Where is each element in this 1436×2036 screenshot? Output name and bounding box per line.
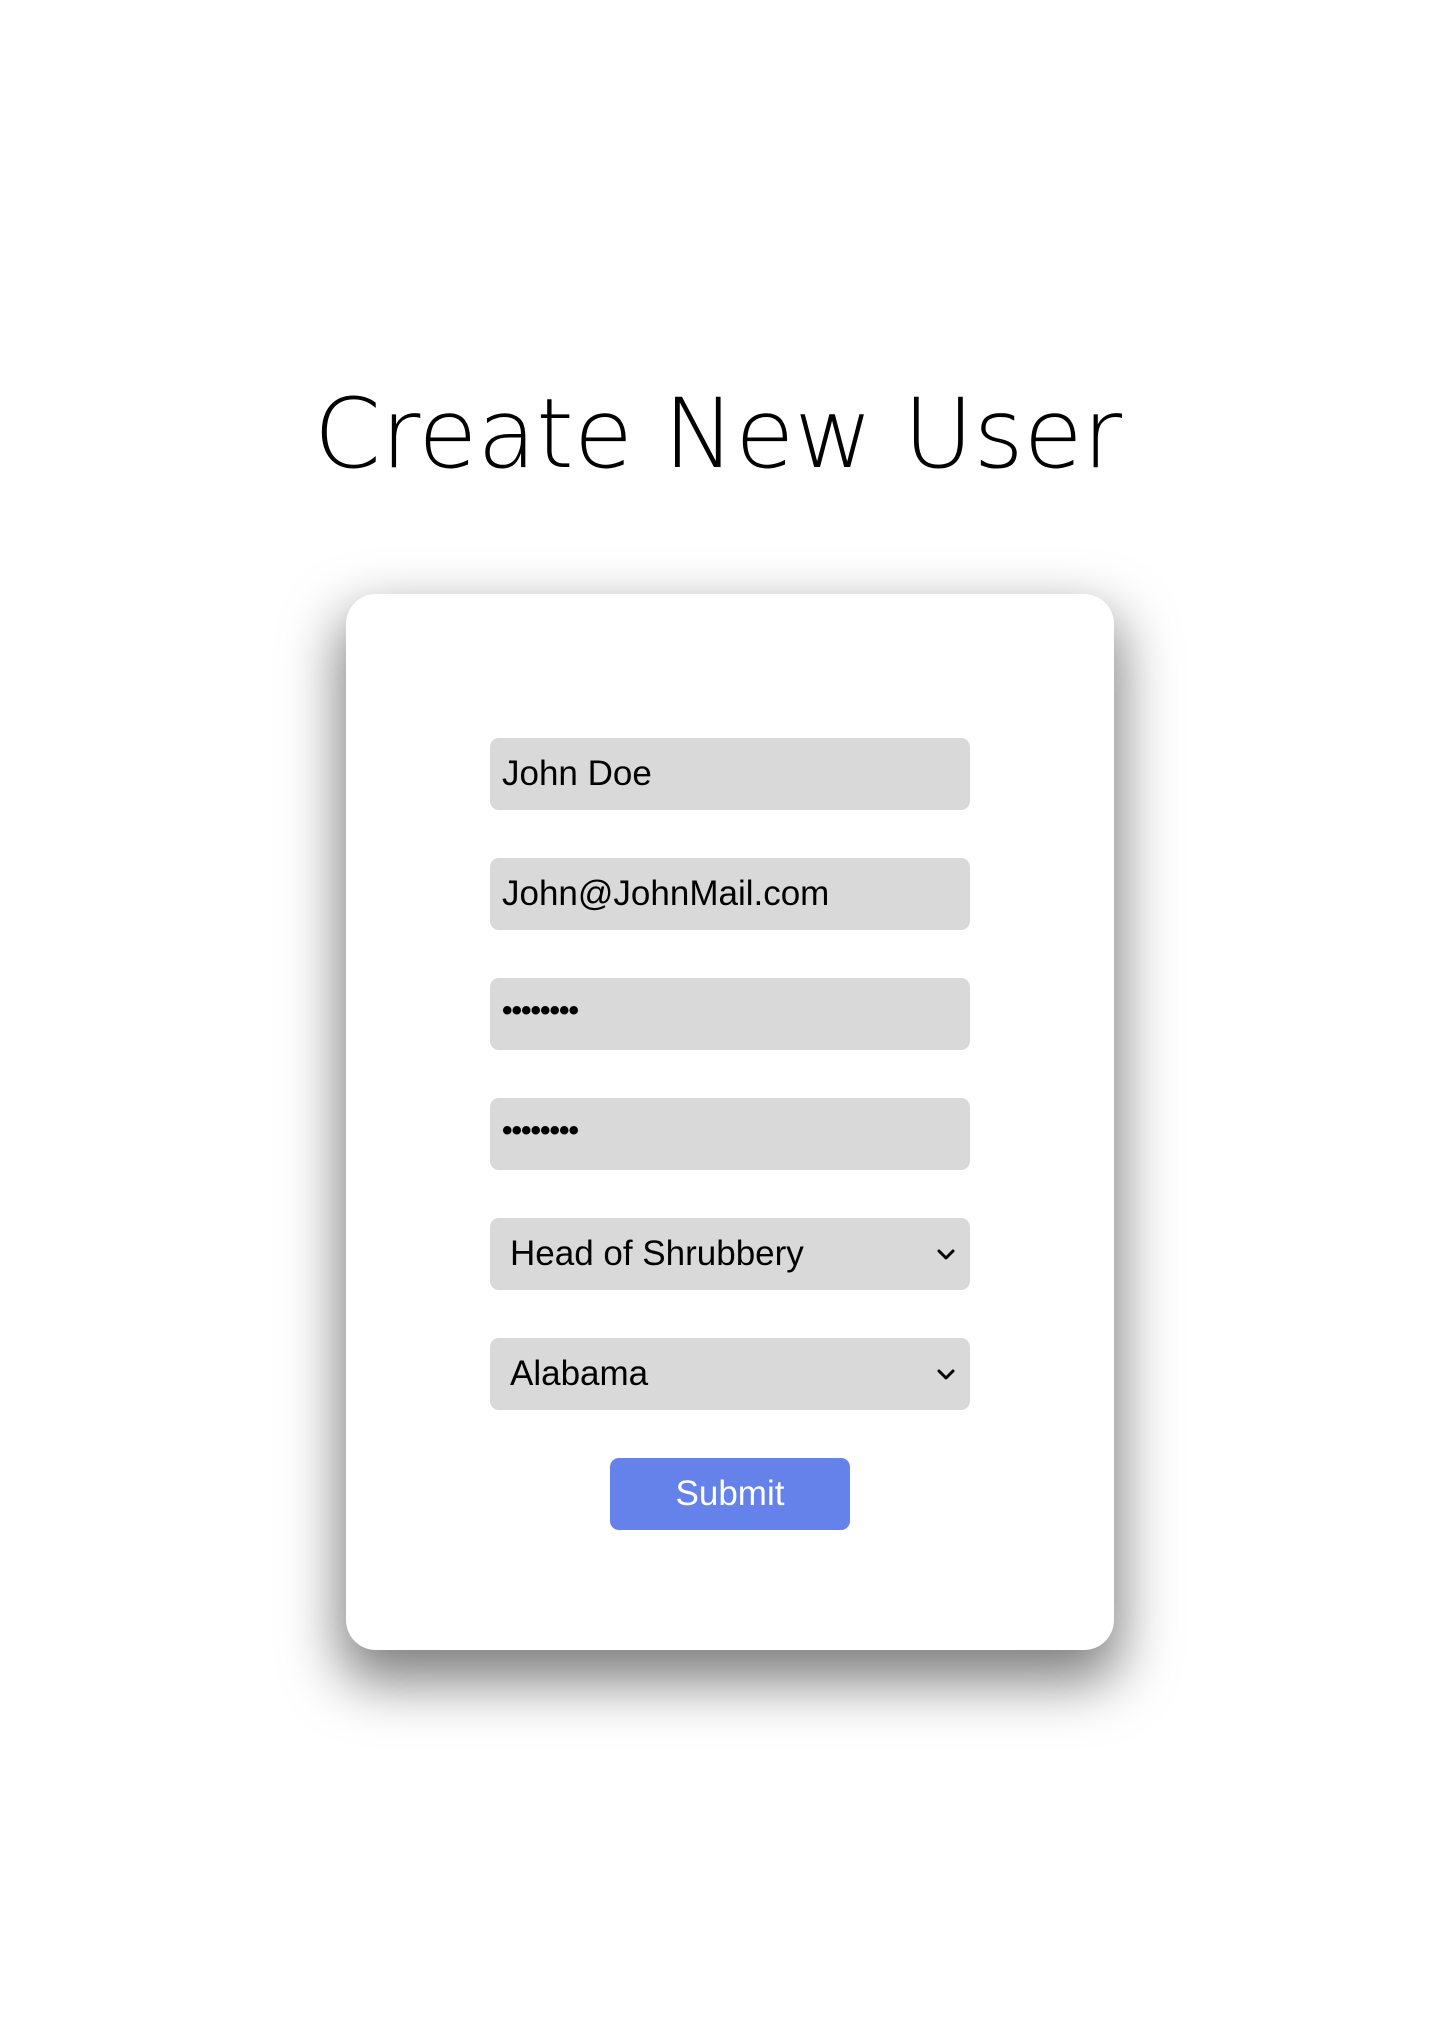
name-field[interactable]: John Doe <box>490 738 970 810</box>
confirm-password-field[interactable]: •••••••• <box>490 1098 970 1170</box>
submit-button[interactable]: Submit <box>610 1458 850 1530</box>
chevron-down-icon <box>936 1364 956 1384</box>
chevron-down-icon <box>936 1244 956 1264</box>
password-field[interactable]: •••••••• <box>490 978 970 1050</box>
confirm-password-field-value: •••••••• <box>502 1114 579 1147</box>
name-field-value: John Doe <box>502 754 652 793</box>
page-title: Create New User <box>313 378 1123 491</box>
role-select[interactable]: Head of Shrubbery <box>490 1218 970 1290</box>
create-user-form-card: John Doe John@JohnMail.com •••••••• ••••… <box>346 594 1114 1650</box>
email-field-value: John@JohnMail.com <box>502 874 830 913</box>
password-field-value: •••••••• <box>502 994 579 1027</box>
role-select-value: Head of Shrubbery <box>510 1234 804 1273</box>
state-select-value: Alabama <box>510 1354 649 1393</box>
state-select[interactable]: Alabama <box>490 1338 970 1410</box>
email-field[interactable]: John@JohnMail.com <box>490 858 970 930</box>
